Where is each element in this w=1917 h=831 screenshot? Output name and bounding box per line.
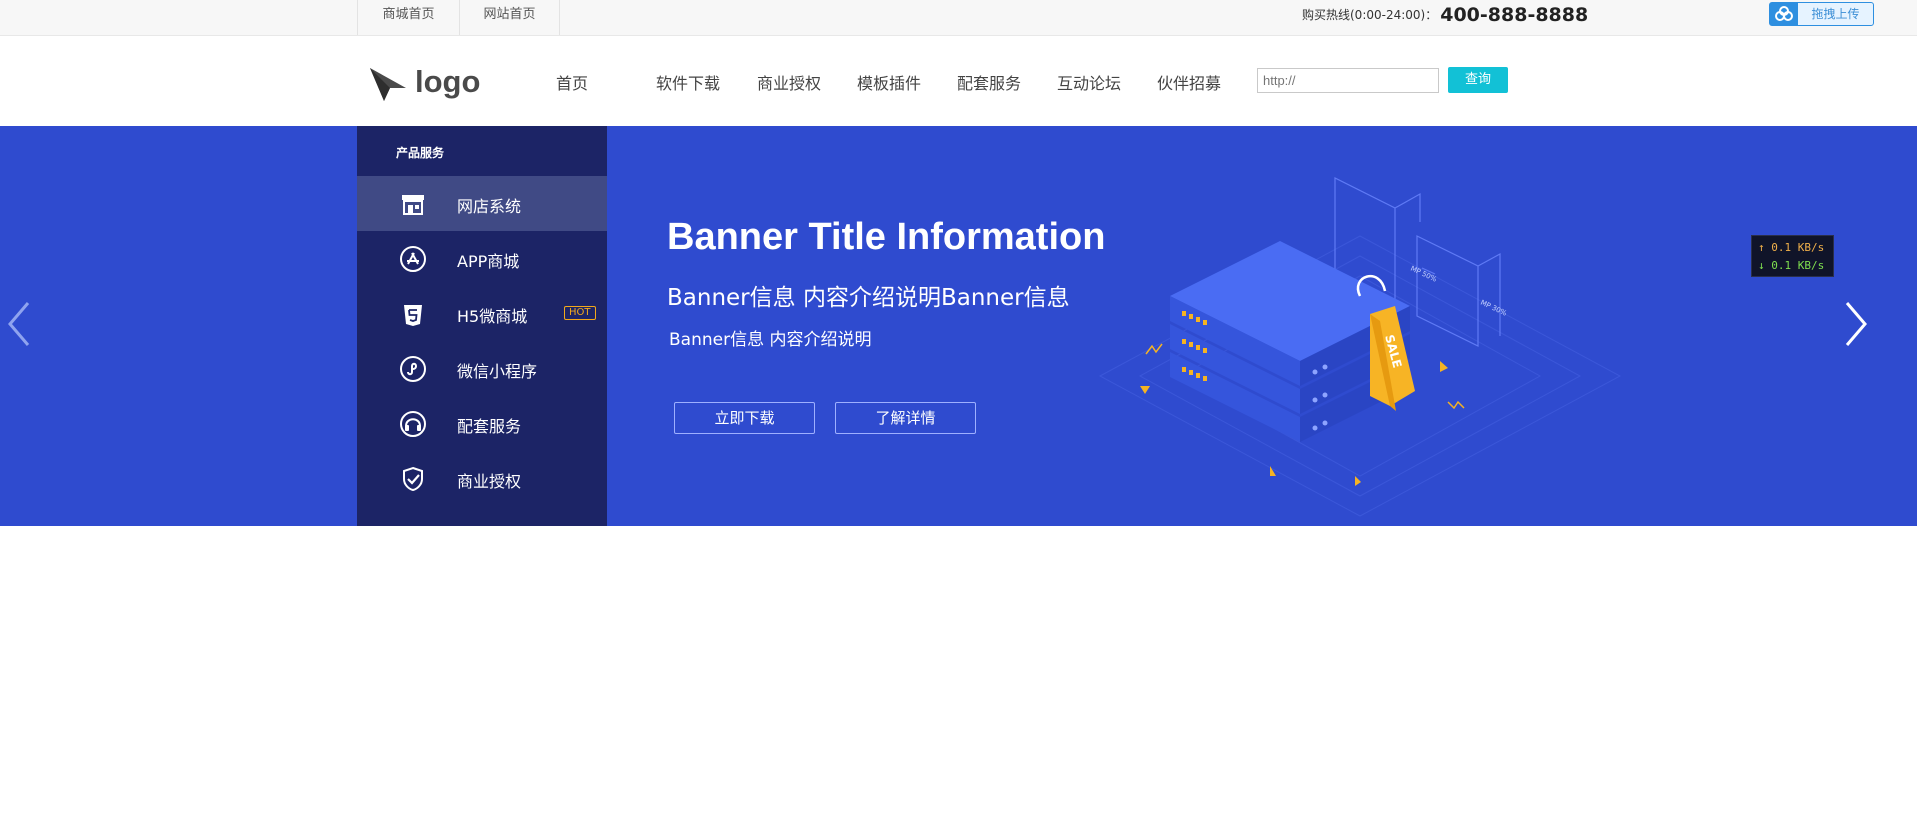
hotline: 购买热线(0:00-24:00)： 400-888-8888 (1302, 4, 1588, 26)
headset-icon (400, 411, 426, 437)
nav-templates-plugins[interactable]: 模板插件 (857, 70, 921, 94)
sidebar-item-h5-mall[interactable]: H5微商城 HOT (357, 286, 607, 341)
sidebar-item-label: APP商城 (457, 252, 520, 271)
banner-description: Banner信息 内容介绍说明 (669, 330, 872, 350)
network-speed-widget: ↑ 0.1 KB/s ↓ 0.1 KB/s (1751, 235, 1834, 277)
download-now-button[interactable]: 立即下载 (674, 402, 815, 434)
sidebar-item-label: 配套服务 (457, 417, 522, 436)
nav-commercial-license[interactable]: 商业授权 (757, 70, 821, 94)
banner-title: Banner Title Information (667, 216, 1106, 258)
upload-speed: ↑ 0.1 KB/s (1758, 241, 1825, 254)
store-icon (402, 195, 424, 215)
top-bar: 商城首页 网站首页 购买热线(0:00-24:00)： 400-888-8888 … (0, 0, 1917, 36)
mall-home-link[interactable]: 商城首页 (357, 0, 459, 35)
svg-text:MP 30%: MP 30% (1479, 299, 1508, 318)
upload-label: 拖拽上传 (1811, 7, 1860, 21)
html5-icon (404, 305, 422, 326)
drag-upload-button[interactable]: 拖拽上传 (1769, 2, 1874, 26)
sidebar-item-store-system[interactable]: 网店系统 (357, 176, 607, 231)
download-speed: ↓ 0.1 KB/s (1758, 259, 1825, 272)
banner-subtitle: Banner信息 内容介绍说明Banner信息 (667, 285, 1070, 311)
sidebar-item-support-services[interactable]: 配套服务 (357, 396, 607, 451)
next-arrow-icon[interactable] (1843, 301, 1869, 347)
hotline-number: 400-888-8888 (1440, 4, 1589, 26)
cloud-icon (1770, 3, 1798, 25)
logo-text: logo (415, 64, 481, 99)
shield-check-icon (403, 466, 423, 492)
nav-software-download[interactable]: 软件下载 (656, 70, 720, 94)
mini-program-icon (400, 356, 426, 382)
sidebar-title: 产品服务 (396, 146, 445, 160)
header: logo 首页 软件下载 商业授权 模板插件 配套服务 互动论坛 伙伴招募 查询 (0, 36, 1917, 126)
sidebar-item-label: 微信小程序 (457, 362, 538, 381)
prev-arrow-icon[interactable] (6, 301, 32, 347)
sidebar-item-app-mall[interactable]: APP商城 (357, 231, 607, 286)
sidebar-item-label: 商业授权 (457, 472, 522, 491)
svg-text:MP 50%: MP 50% (1409, 265, 1438, 284)
paper-plane-icon (370, 68, 406, 101)
sidebar-item-label: H5微商城 (457, 307, 528, 326)
nav-support-services[interactable]: 配套服务 (957, 70, 1021, 94)
site-home-link[interactable]: 网站首页 (459, 0, 560, 35)
hot-badge: HOT (564, 306, 596, 320)
nav-partner-recruit[interactable]: 伙伴招募 (1157, 70, 1221, 94)
search-button[interactable]: 查询 (1448, 67, 1508, 93)
sidebar-item-label: 网店系统 (457, 197, 522, 216)
hotline-label: 购买热线(0:00-24:00)： (1302, 8, 1438, 22)
nav-forum[interactable]: 互动论坛 (1057, 70, 1121, 94)
learn-more-button[interactable]: 了解详情 (835, 402, 976, 434)
product-services-sidebar: 产品服务 网店系统 APP商城 H5微商城 HOT 微信小程序 配套服务 商业授… (357, 126, 607, 526)
nav-home[interactable]: 首页 (556, 70, 588, 94)
server-illustration: MP 50% MP 30% SALE (1098, 177, 1622, 517)
search-input[interactable] (1257, 68, 1439, 93)
hero-banner: MP 50% MP 30% SALE 产品服务 网店系统 APP商城 H5微商城… (0, 126, 1917, 526)
sidebar-item-commercial-license[interactable]: 商业授权 (357, 451, 607, 506)
sidebar-item-mini-program[interactable]: 微信小程序 (357, 341, 607, 396)
app-store-icon (400, 246, 426, 272)
